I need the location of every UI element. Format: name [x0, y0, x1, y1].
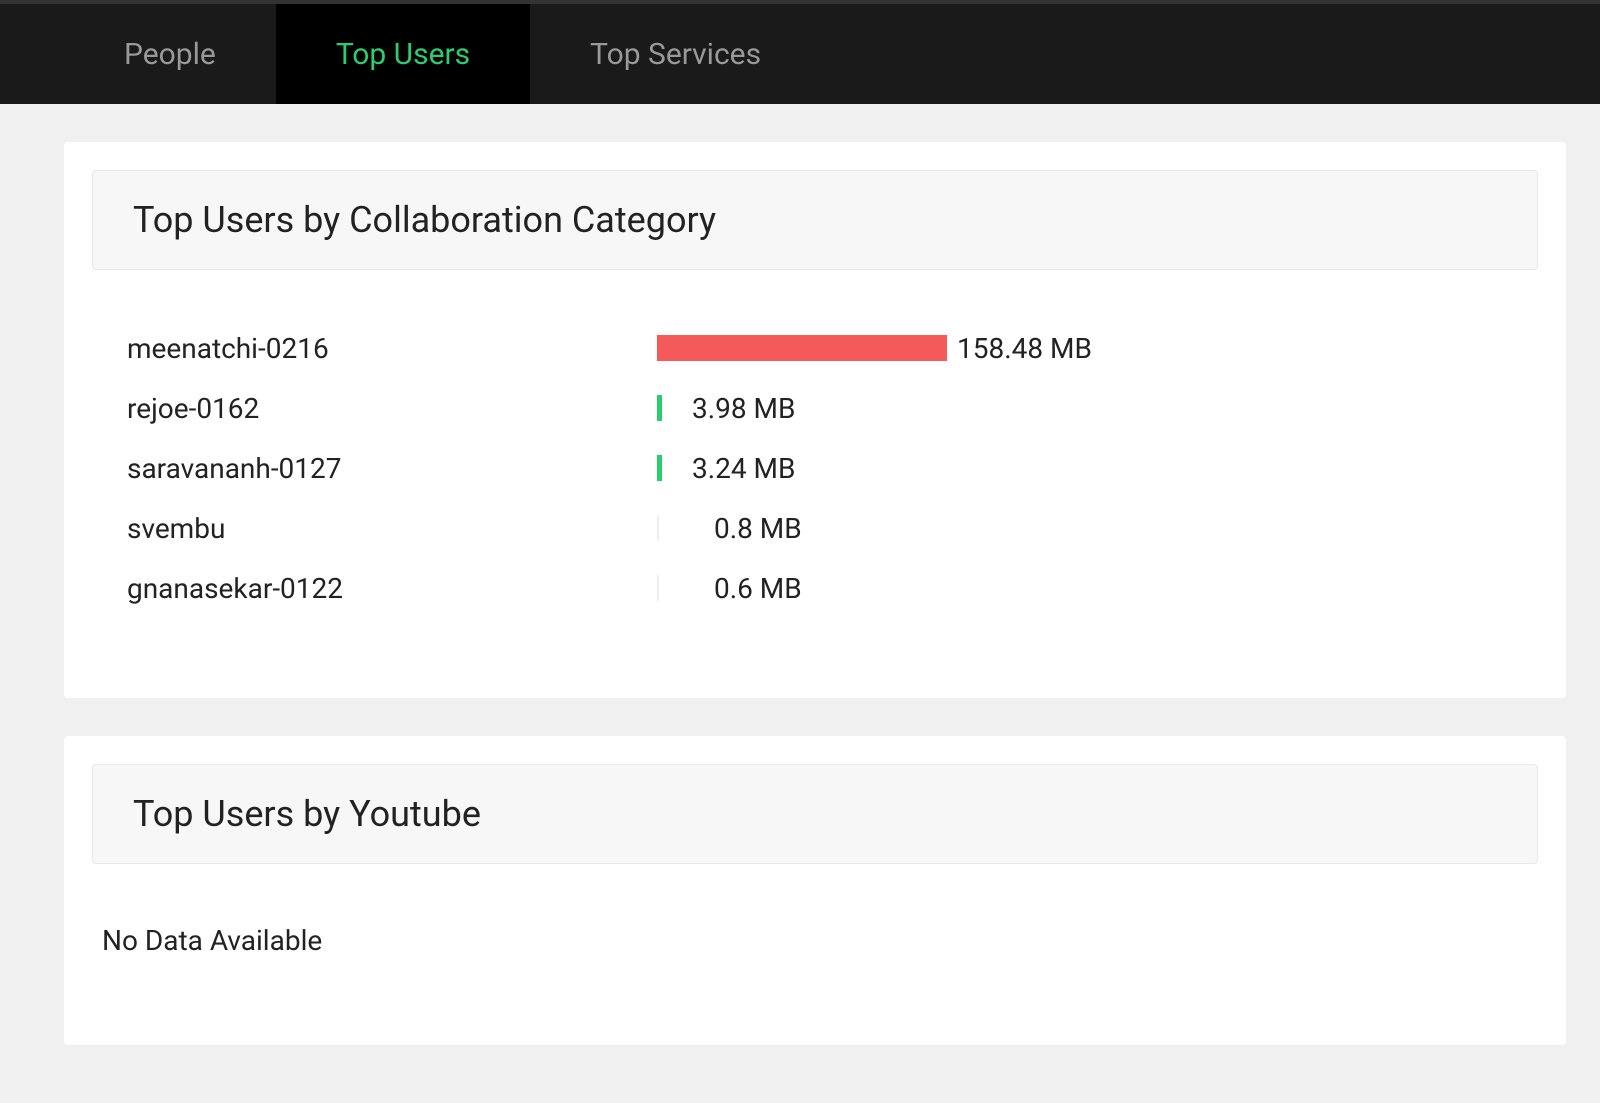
tab-label: Top Services: [590, 37, 761, 72]
data-bar: [657, 335, 947, 361]
bar-area: 0.6 MB: [657, 572, 1503, 605]
panel-youtube-title: Top Users by Youtube: [92, 764, 1538, 864]
table-row: meenatchi-0216 158.48 MB: [127, 330, 1503, 366]
user-label: rejoe-0162: [127, 392, 657, 425]
user-label: saravananh-0127: [127, 452, 657, 485]
user-label: gnanasekar-0122: [127, 572, 657, 605]
panel-collab: Top Users by Collaboration Category meen…: [64, 142, 1566, 698]
value-label: 3.24 MB: [692, 452, 795, 485]
tab-top-users[interactable]: Top Users: [276, 4, 530, 104]
tab-top-services[interactable]: Top Services: [530, 4, 821, 104]
value-label: 0.6 MB: [714, 572, 802, 605]
tab-label: Top Users: [336, 37, 470, 72]
bar-area: 0.8 MB: [657, 512, 1503, 545]
data-bar: [657, 395, 662, 421]
user-label: meenatchi-0216: [127, 332, 657, 365]
value-label: 3.98 MB: [692, 392, 795, 425]
user-label: svembu: [127, 512, 657, 545]
data-bar: [657, 455, 662, 481]
value-label: 0.8 MB: [714, 512, 802, 545]
panel-collab-title: Top Users by Collaboration Category: [92, 170, 1538, 270]
bar-area: 158.48 MB: [657, 332, 1503, 365]
tab-people[interactable]: People: [64, 4, 276, 104]
axis-tick: [657, 575, 659, 601]
panel-youtube: Top Users by Youtube No Data Available: [64, 736, 1566, 1045]
panel-collab-rows: meenatchi-0216 158.48 MB rejoe-0162 3.98 MB…: [92, 330, 1538, 670]
value-label: 158.48 MB: [957, 332, 1092, 365]
tab-bar: People Top Users Top Services: [0, 4, 1600, 104]
bar-area: 3.24 MB: [657, 452, 1503, 485]
table-row: gnanasekar-0122 0.6 MB: [127, 570, 1503, 606]
table-row: svembu 0.8 MB: [127, 510, 1503, 546]
table-row: saravananh-0127 3.24 MB: [127, 450, 1503, 486]
tab-label: People: [124, 37, 216, 72]
table-row: rejoe-0162 3.98 MB: [127, 390, 1503, 426]
axis-tick: [657, 515, 659, 541]
bar-area: 3.98 MB: [657, 392, 1503, 425]
panel-youtube-no-data: No Data Available: [92, 924, 1538, 1017]
